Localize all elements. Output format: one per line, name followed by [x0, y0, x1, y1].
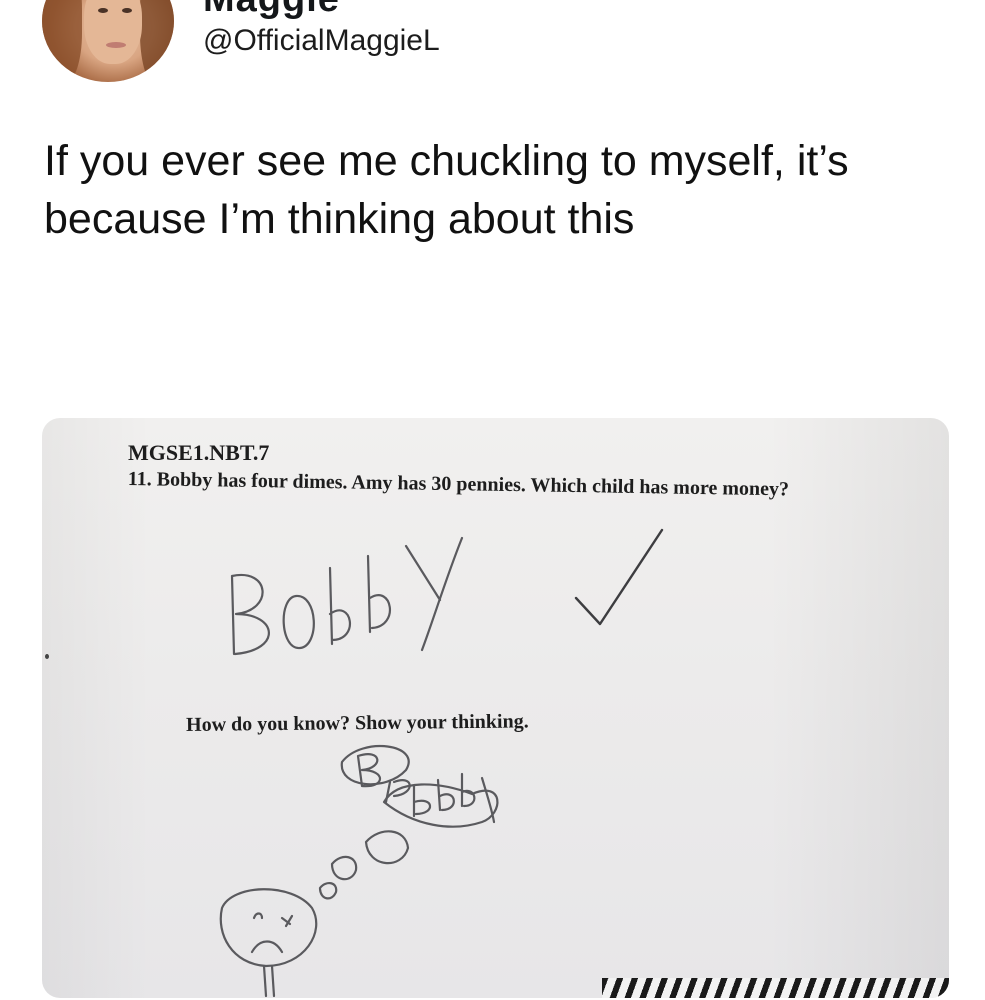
handwriting-drawing: [219, 528, 664, 998]
tweet-text: If you ever see me chuckling to myself, …: [44, 137, 849, 243]
thinking-scribble: [219, 744, 499, 998]
handwritten-answer: [230, 536, 464, 656]
display-name[interactable]: Maggie: [203, 0, 340, 21]
check-mark: [574, 528, 664, 626]
avatar[interactable]: [42, 0, 174, 82]
attached-photo[interactable]: MGSE1.NBT.7 11. Bobby has four dimes. Am…: [42, 418, 949, 998]
user-handle[interactable]: @OfficialMaggieL: [203, 24, 440, 58]
spiral-binding: [602, 978, 949, 998]
